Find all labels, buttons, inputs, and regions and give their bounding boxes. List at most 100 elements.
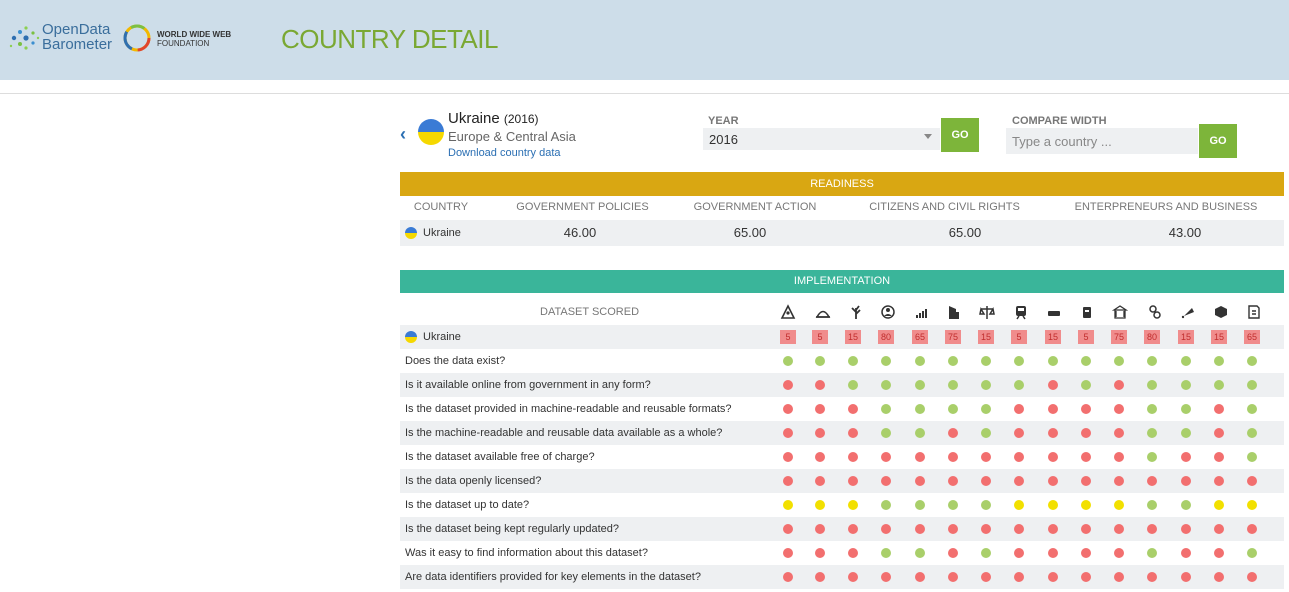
no-dot-icon[interactable] bbox=[1048, 548, 1058, 558]
no-dot-icon[interactable] bbox=[881, 476, 891, 486]
no-dot-icon[interactable] bbox=[948, 452, 958, 462]
yes-dot-icon[interactable] bbox=[981, 404, 991, 414]
no-dot-icon[interactable] bbox=[848, 452, 858, 462]
partial-dot-icon[interactable] bbox=[1081, 500, 1091, 510]
no-dot-icon[interactable] bbox=[881, 452, 891, 462]
yes-dot-icon[interactable] bbox=[1181, 404, 1191, 414]
no-dot-icon[interactable] bbox=[1114, 380, 1124, 390]
yes-dot-icon[interactable] bbox=[1247, 380, 1257, 390]
no-dot-icon[interactable] bbox=[881, 524, 891, 534]
yes-dot-icon[interactable] bbox=[1147, 404, 1157, 414]
yes-dot-icon[interactable] bbox=[915, 548, 925, 558]
no-dot-icon[interactable] bbox=[915, 524, 925, 534]
partial-dot-icon[interactable] bbox=[1214, 500, 1224, 510]
no-dot-icon[interactable] bbox=[815, 548, 825, 558]
no-dot-icon[interactable] bbox=[1014, 404, 1024, 414]
no-dot-icon[interactable] bbox=[815, 452, 825, 462]
implementation-score-row[interactable]: Ukraine 5 5 15 80 65 75 15 5 15 5 75 80 15 15 65 bbox=[400, 325, 1284, 349]
yes-dot-icon[interactable] bbox=[981, 356, 991, 366]
yes-dot-icon[interactable] bbox=[948, 500, 958, 510]
no-dot-icon[interactable] bbox=[848, 572, 858, 582]
no-dot-icon[interactable] bbox=[1181, 524, 1191, 534]
no-dot-icon[interactable] bbox=[1147, 476, 1157, 486]
no-dot-icon[interactable] bbox=[848, 404, 858, 414]
partial-dot-icon[interactable] bbox=[815, 500, 825, 510]
yes-dot-icon[interactable] bbox=[1147, 500, 1157, 510]
no-dot-icon[interactable] bbox=[848, 428, 858, 438]
no-dot-icon[interactable] bbox=[981, 572, 991, 582]
back-arrow-icon[interactable]: ‹ bbox=[400, 124, 406, 145]
no-dot-icon[interactable] bbox=[815, 476, 825, 486]
yes-dot-icon[interactable] bbox=[981, 380, 991, 390]
partial-dot-icon[interactable] bbox=[1114, 500, 1124, 510]
no-dot-icon[interactable] bbox=[1181, 572, 1191, 582]
no-dot-icon[interactable] bbox=[1214, 404, 1224, 414]
no-dot-icon[interactable] bbox=[783, 476, 793, 486]
question-row[interactable]: Is it available online from government i… bbox=[400, 373, 1284, 397]
yes-dot-icon[interactable] bbox=[981, 428, 991, 438]
readiness-row-ukraine[interactable]: Ukraine 46.00 65.00 65.00 43.00 bbox=[400, 220, 1284, 246]
question-row[interactable]: Is the dataset provided in machine-reada… bbox=[400, 397, 1284, 421]
no-dot-icon[interactable] bbox=[1147, 524, 1157, 534]
no-dot-icon[interactable] bbox=[1014, 476, 1024, 486]
no-dot-icon[interactable] bbox=[1014, 428, 1024, 438]
no-dot-icon[interactable] bbox=[1081, 572, 1091, 582]
yes-dot-icon[interactable] bbox=[1247, 428, 1257, 438]
yes-dot-icon[interactable] bbox=[783, 356, 793, 366]
yes-dot-icon[interactable] bbox=[1214, 356, 1224, 366]
yes-dot-icon[interactable] bbox=[1147, 548, 1157, 558]
no-dot-icon[interactable] bbox=[948, 572, 958, 582]
no-dot-icon[interactable] bbox=[783, 572, 793, 582]
no-dot-icon[interactable] bbox=[1114, 548, 1124, 558]
no-dot-icon[interactable] bbox=[1247, 524, 1257, 534]
yes-dot-icon[interactable] bbox=[1081, 380, 1091, 390]
no-dot-icon[interactable] bbox=[1014, 452, 1024, 462]
yes-dot-icon[interactable] bbox=[915, 404, 925, 414]
no-dot-icon[interactable] bbox=[815, 524, 825, 534]
no-dot-icon[interactable] bbox=[1081, 476, 1091, 486]
question-row[interactable]: Are data identifiers provided for key el… bbox=[400, 565, 1284, 589]
no-dot-icon[interactable] bbox=[1114, 452, 1124, 462]
no-dot-icon[interactable] bbox=[1214, 452, 1224, 462]
yes-dot-icon[interactable] bbox=[981, 500, 991, 510]
yes-dot-icon[interactable] bbox=[915, 356, 925, 366]
yes-dot-icon[interactable] bbox=[1114, 356, 1124, 366]
no-dot-icon[interactable] bbox=[1014, 548, 1024, 558]
no-dot-icon[interactable] bbox=[915, 572, 925, 582]
no-dot-icon[interactable] bbox=[848, 548, 858, 558]
no-dot-icon[interactable] bbox=[1114, 476, 1124, 486]
yes-dot-icon[interactable] bbox=[1247, 548, 1257, 558]
no-dot-icon[interactable] bbox=[815, 428, 825, 438]
compare-go-button[interactable]: GO bbox=[1199, 124, 1237, 158]
no-dot-icon[interactable] bbox=[915, 452, 925, 462]
no-dot-icon[interactable] bbox=[815, 572, 825, 582]
partial-dot-icon[interactable] bbox=[1048, 500, 1058, 510]
no-dot-icon[interactable] bbox=[1247, 476, 1257, 486]
question-row[interactable]: Is the machine-readable and reusable dat… bbox=[400, 421, 1284, 445]
no-dot-icon[interactable] bbox=[1048, 524, 1058, 534]
no-dot-icon[interactable] bbox=[1147, 572, 1157, 582]
no-dot-icon[interactable] bbox=[783, 380, 793, 390]
yes-dot-icon[interactable] bbox=[1081, 356, 1091, 366]
yes-dot-icon[interactable] bbox=[848, 356, 858, 366]
yes-dot-icon[interactable] bbox=[1147, 452, 1157, 462]
no-dot-icon[interactable] bbox=[1114, 572, 1124, 582]
no-dot-icon[interactable] bbox=[1181, 548, 1191, 558]
yes-dot-icon[interactable] bbox=[815, 356, 825, 366]
partial-dot-icon[interactable] bbox=[848, 500, 858, 510]
partial-dot-icon[interactable] bbox=[1247, 500, 1257, 510]
yes-dot-icon[interactable] bbox=[881, 380, 891, 390]
year-go-button[interactable]: GO bbox=[941, 118, 979, 152]
no-dot-icon[interactable] bbox=[1048, 476, 1058, 486]
yes-dot-icon[interactable] bbox=[1181, 500, 1191, 510]
no-dot-icon[interactable] bbox=[981, 452, 991, 462]
compare-country-input[interactable] bbox=[1006, 128, 1198, 154]
no-dot-icon[interactable] bbox=[783, 404, 793, 414]
question-row[interactable]: Was it easy to find information about th… bbox=[400, 541, 1284, 565]
no-dot-icon[interactable] bbox=[1214, 524, 1224, 534]
yes-dot-icon[interactable] bbox=[1181, 380, 1191, 390]
yes-dot-icon[interactable] bbox=[881, 404, 891, 414]
no-dot-icon[interactable] bbox=[948, 476, 958, 486]
no-dot-icon[interactable] bbox=[981, 476, 991, 486]
no-dot-icon[interactable] bbox=[948, 548, 958, 558]
